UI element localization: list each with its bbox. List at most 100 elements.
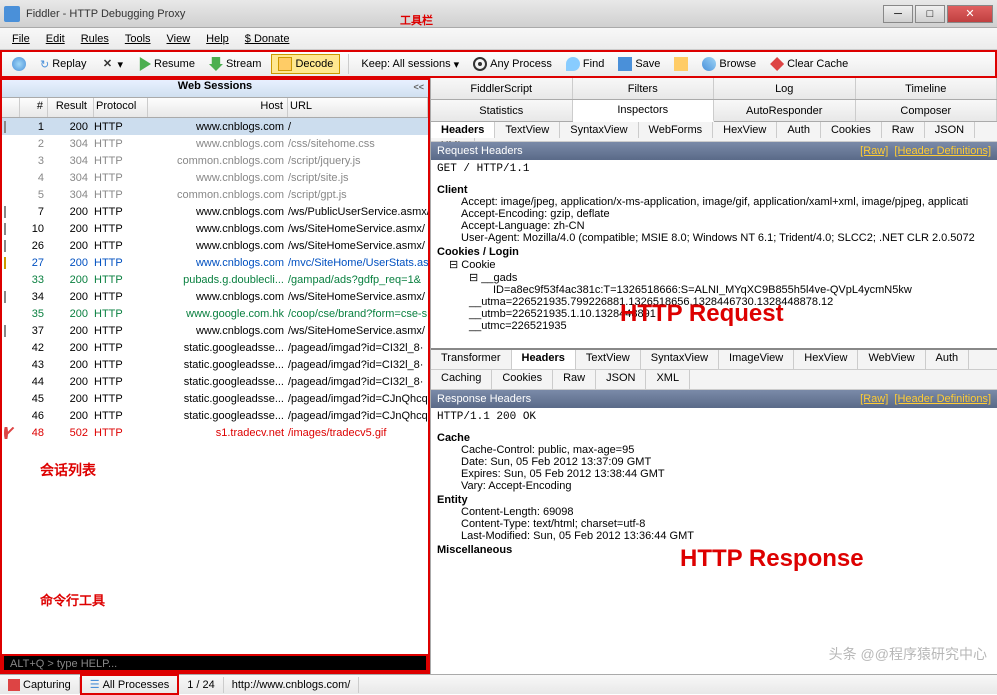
subtab-cookies[interactable]: Cookies [492, 370, 553, 389]
subtab-headers[interactable]: Headers [512, 350, 576, 369]
session-row[interactable]: 10200HTTPwww.cnblogs.com/ws/SiteHomeServ… [2, 220, 428, 237]
clear-icon [770, 57, 784, 71]
replay-button[interactable]: ↻Replay [36, 56, 90, 73]
find-icon [566, 57, 580, 71]
session-row[interactable]: 5304HTTPcommon.cnblogs.com/script/gpt.js [2, 186, 428, 203]
tab-composer[interactable]: Composer [856, 100, 997, 121]
col-host[interactable]: Host [148, 98, 288, 117]
save-button[interactable]: Save [614, 55, 664, 73]
subtab-webview[interactable]: WebView [858, 350, 925, 369]
subtab-syntaxview[interactable]: SyntaxView [560, 122, 638, 138]
session-row[interactable]: 46200HTTPstatic.googleadsse.../pagead/im… [2, 407, 428, 424]
maximize-button[interactable]: □ [915, 5, 945, 23]
remove-button[interactable]: ✕▾ [96, 55, 127, 73]
subtab-json[interactable]: JSON [925, 122, 975, 138]
tab-autoresponder[interactable]: AutoResponder [714, 100, 856, 121]
session-row[interactable]: 4304HTTPwww.cnblogs.com/script/site.js [2, 169, 428, 186]
request-headers-tree[interactable]: Client Accept: image/jpeg, application/x… [431, 178, 997, 348]
subtab-webforms[interactable]: WebForms [639, 122, 714, 138]
session-row[interactable]: 27200HTTPwww.cnblogs.com/mvc/SiteHome/Us… [2, 254, 428, 271]
subtab-cookies[interactable]: Cookies [821, 122, 882, 138]
minimize-button[interactable]: ─ [883, 5, 913, 23]
tab-filters[interactable]: Filters [573, 78, 715, 99]
find-button[interactable]: Find [562, 55, 608, 73]
session-row[interactable]: 37200HTTPwww.cnblogs.com/ws/SiteHomeServ… [2, 322, 428, 339]
session-row[interactable]: 44200HTTPstatic.googleadsse.../pagead/im… [2, 373, 428, 390]
tab-log[interactable]: Log [714, 78, 856, 99]
col-number[interactable]: # [20, 98, 48, 117]
subtab-textview[interactable]: TextView [495, 122, 560, 138]
menu-help[interactable]: Help [200, 31, 235, 47]
resume-button[interactable]: Resume [133, 55, 199, 73]
any-process-button[interactable]: Any Process [469, 55, 556, 73]
session-row[interactable]: 35200HTTPwww.google.com.hk/coop/cse/bran… [2, 305, 428, 322]
session-row[interactable]: 1200HTTPwww.cnblogs.com/ [2, 118, 428, 135]
col-result[interactable]: Result [48, 98, 94, 117]
subtab-caching[interactable]: Caching [431, 370, 492, 389]
sessions-list[interactable]: 1200HTTPwww.cnblogs.com/2304HTTPwww.cnbl… [2, 118, 428, 654]
session-row[interactable]: 33200HTTPpubads.g.doublecli.../gampad/ad… [2, 271, 428, 288]
session-row[interactable]: 26200HTTPwww.cnblogs.com/ws/SiteHomeServ… [2, 237, 428, 254]
session-row[interactable]: 34200HTTPwww.cnblogs.com/ws/SiteHomeServ… [2, 288, 428, 305]
header-definitions-link[interactable]: [Header Definitions] [894, 393, 991, 405]
comment-button[interactable] [8, 55, 30, 73]
subtab-textview[interactable]: TextView [576, 350, 641, 369]
doc-icon [4, 223, 6, 235]
clear-cache-button[interactable]: Clear Cache [766, 55, 852, 73]
menubar: File Edit Rules Tools View Help $ Donate [0, 28, 997, 50]
session-row[interactable]: 45200HTTPstatic.googleadsse.../pagead/im… [2, 390, 428, 407]
menu-tools[interactable]: Tools [119, 31, 157, 47]
subtab-imageview[interactable]: ImageView [719, 350, 794, 369]
response-subtabs-2: CachingCookiesRawJSONXML [431, 370, 997, 390]
status-processes[interactable]: ☰All Processes [80, 674, 180, 695]
subtab-auth[interactable]: Auth [777, 122, 821, 138]
subtab-hexview[interactable]: HexView [713, 122, 777, 138]
subtab-raw[interactable]: Raw [882, 122, 925, 138]
subtab-transformer[interactable]: Transformer [431, 350, 512, 369]
subtab-headers[interactable]: Headers [431, 122, 495, 138]
menu-view[interactable]: View [161, 31, 197, 47]
x-icon: ✕ [100, 57, 114, 71]
subtab-hexview[interactable]: HexView [794, 350, 858, 369]
stream-button[interactable]: Stream [205, 55, 265, 73]
subtab-raw[interactable]: Raw [553, 370, 596, 389]
session-row[interactable]: 3304HTTPcommon.cnblogs.com/script/jquery… [2, 152, 428, 169]
menu-edit[interactable]: Edit [40, 31, 71, 47]
tab-inspectors[interactable]: Inspectors [573, 100, 715, 122]
raw-link[interactable]: [Raw] [860, 393, 888, 405]
browse-button[interactable]: Browse [698, 55, 760, 73]
menu-donate[interactable]: $ Donate [239, 31, 296, 47]
tab-statistics[interactable]: Statistics [431, 100, 573, 121]
raw-link[interactable]: [Raw] [860, 145, 888, 157]
window-title: Fiddler - HTTP Debugging Proxy [26, 8, 883, 20]
sessions-panel: Web Sessions<< # Result Protocol Host UR… [0, 78, 430, 674]
header-definitions-link[interactable]: [Header Definitions] [894, 145, 991, 157]
app-icon [4, 6, 20, 22]
subtab-xml[interactable]: XML [646, 370, 690, 389]
command-line[interactable]: ALT+Q > type HELP... [2, 654, 428, 672]
session-row[interactable]: 7200HTTPwww.cnblogs.com/ws/PublicUserSer… [2, 203, 428, 220]
keep-sessions-dropdown[interactable]: Keep: All sessions ▾ [357, 56, 463, 73]
session-row[interactable]: 42200HTTPstatic.googleadsse.../pagead/im… [2, 339, 428, 356]
subtab-auth[interactable]: Auth [926, 350, 970, 369]
subtab-json[interactable]: JSON [596, 370, 646, 389]
subtab-syntaxview[interactable]: SyntaxView [641, 350, 719, 369]
session-row[interactable]: 43200HTTPstatic.googleadsse.../pagead/im… [2, 356, 428, 373]
col-url[interactable]: URL [288, 98, 428, 117]
request-headers-bar: Request Headers [Raw] [Header Definition… [431, 142, 997, 160]
browse-icon [702, 57, 716, 71]
decode-button[interactable]: Decode [271, 54, 340, 74]
menu-file[interactable]: File [6, 31, 36, 47]
response-headers-tree[interactable]: Cache Cache-Control: public, max-age=95 … [431, 426, 997, 560]
session-row[interactable]: 48502HTTPs1.tradecv.net/images/tradecv5.… [2, 424, 428, 441]
menu-rules[interactable]: Rules [75, 31, 115, 47]
col-protocol[interactable]: Protocol [94, 98, 148, 117]
status-capturing[interactable]: Capturing [0, 677, 80, 693]
session-row[interactable]: 2304HTTPwww.cnblogs.com/css/sitehome.css [2, 135, 428, 152]
tab-fiddlerscript[interactable]: FiddlerScript [431, 78, 573, 99]
close-button[interactable]: ✕ [947, 5, 993, 23]
screenshot-button[interactable] [670, 55, 692, 73]
target-icon [473, 57, 487, 71]
tab-timeline[interactable]: Timeline [856, 78, 997, 99]
panel-collapse-icon[interactable]: << [413, 82, 424, 92]
